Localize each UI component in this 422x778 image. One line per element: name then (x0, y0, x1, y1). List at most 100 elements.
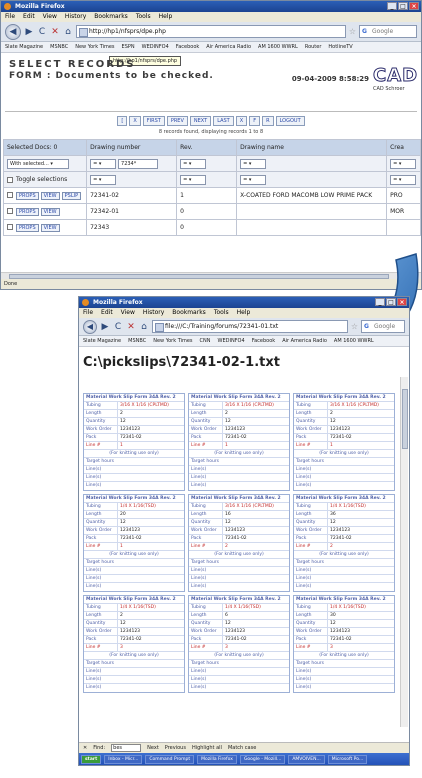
menu-file[interactable]: File (5, 12, 15, 22)
reload-icon[interactable]: C (37, 27, 47, 37)
rev-filter-select[interactable]: = ▾ (180, 174, 207, 185)
menu-bookmarks[interactable]: Bookmarks (172, 308, 206, 318)
menu-tools[interactable]: Tools (136, 12, 151, 22)
bookmark-item[interactable]: CNN (200, 336, 211, 346)
with-selected-dropdown[interactable]: With selected... ▾ (7, 158, 69, 169)
props-button[interactable]: PROPS (16, 223, 39, 232)
pager-last-button[interactable]: LAST (213, 116, 234, 126)
bookmark-item[interactable]: ESPN (122, 42, 135, 52)
home-icon[interactable]: ⌂ (139, 322, 149, 332)
bookmark-item[interactable]: AM 1600 WWRL (334, 336, 374, 346)
bookmark-item[interactable]: HotlineTV (328, 42, 352, 52)
pager-next-button[interactable]: NEXT (189, 116, 212, 126)
search-box[interactable]: Google (361, 320, 405, 333)
taskbar-item[interactable]: AMVOIVEN... (288, 754, 325, 764)
rev-operator-select[interactable]: = ▾ (180, 158, 207, 169)
menu-help[interactable]: Help (159, 12, 173, 22)
taskbar-item[interactable]: Google - Mozill... (239, 754, 286, 764)
bookmark-item[interactable]: Air America Radio (282, 336, 327, 346)
toggle-checkbox[interactable] (7, 176, 13, 183)
menu-history[interactable]: History (65, 12, 86, 22)
forward-icon[interactable]: ▶ (24, 27, 34, 37)
pager-r-button[interactable]: R (262, 116, 274, 126)
pager-x-button[interactable]: X (129, 116, 141, 126)
find-input[interactable]: bes (111, 744, 142, 752)
menu-edit[interactable]: Edit (23, 12, 35, 22)
view-button[interactable]: VIEW (40, 207, 60, 216)
row-checkbox[interactable] (7, 224, 13, 230)
back-icon[interactable]: ◀ (83, 319, 97, 334)
bookmark-item[interactable]: WEDINFO4 (142, 42, 169, 52)
number-operator-select[interactable]: = ▾ (90, 158, 117, 169)
bookmark-item[interactable]: New York Times (75, 42, 114, 52)
name-filter-select[interactable]: = ▾ (240, 174, 267, 185)
find-previous-button[interactable]: Previous (165, 743, 186, 753)
row-checkbox[interactable] (7, 208, 13, 214)
url-bar[interactable]: file:///C:/Training/forums/72341-01.txt (152, 320, 348, 333)
highlight-all-button[interactable]: Highlight all (192, 743, 222, 753)
created-filter-select[interactable]: = ▾ (390, 174, 417, 185)
pager-prev-button[interactable]: PREV (166, 116, 188, 126)
menu-tools[interactable]: Tools (214, 308, 229, 318)
vertical-scrollbar[interactable] (400, 377, 408, 727)
view-button[interactable]: VIEW (40, 223, 60, 232)
maximize-button[interactable]: □ (386, 298, 396, 306)
pslip-button[interactable]: PSLIP (61, 191, 82, 200)
minimize-button[interactable]: _ (387, 2, 397, 10)
reload-icon[interactable]: C (113, 322, 123, 332)
bookmark-item[interactable]: Air America Radio (206, 42, 251, 52)
bookmark-item[interactable]: Slate Magazine (5, 42, 43, 52)
bookmark-item[interactable]: New York Times (153, 336, 192, 346)
col-drawing-name[interactable]: Drawing name (236, 139, 388, 156)
close-button[interactable]: × (397, 298, 407, 306)
home-icon[interactable]: ⌂ (63, 27, 73, 37)
menu-file[interactable]: File (83, 308, 93, 318)
menu-view[interactable]: View (43, 12, 57, 22)
find-close-icon[interactable]: ✕ (83, 743, 87, 753)
menu-history[interactable]: History (143, 308, 164, 318)
url-bar[interactable]: http://hp1/nfsprs/dpe.php (76, 25, 346, 38)
bookmark-item[interactable]: MSNBC (50, 42, 68, 52)
created-operator-select[interactable]: = ▾ (390, 158, 417, 169)
number-filter-select[interactable]: = ▾ (90, 174, 117, 185)
stop-icon[interactable]: ✕ (50, 27, 60, 37)
bookmark-item[interactable]: AM 1600 WWRL (258, 42, 298, 52)
bookmark-item[interactable]: Facebook (176, 42, 200, 52)
props-button[interactable]: PROPS (16, 207, 39, 216)
col-rev[interactable]: Rev. (176, 139, 238, 156)
bookmark-item[interactable]: Router (305, 42, 322, 52)
forward-icon[interactable]: ▶ (100, 322, 110, 332)
view-button[interactable]: VIEW (40, 191, 60, 200)
name-operator-select[interactable]: = ▾ (240, 158, 267, 169)
pager-x2-button[interactable]: X (235, 116, 248, 126)
close-button[interactable]: × (409, 2, 419, 10)
match-case-checkbox[interactable]: Match case (228, 743, 256, 753)
menu-edit[interactable]: Edit (101, 308, 113, 318)
menu-bookmarks[interactable]: Bookmarks (94, 12, 128, 22)
row-checkbox[interactable] (7, 192, 13, 198)
minimize-button[interactable]: _ (375, 298, 385, 306)
number-filter-input[interactable]: 7234* (118, 158, 159, 169)
taskbar-item[interactable]: Command Prompt (145, 754, 195, 764)
bookmark-item[interactable]: Slate Magazine (83, 336, 121, 346)
col-drawing-number[interactable]: Drawing number (86, 139, 178, 156)
pager-f-button[interactable]: F (249, 116, 261, 126)
bookmark-item[interactable]: MSNBC (128, 336, 146, 346)
bookmark-item[interactable]: Facebook (252, 336, 276, 346)
scrollbar-thumb[interactable] (402, 389, 408, 449)
start-button[interactable]: start (81, 754, 102, 764)
pager-bracket-button[interactable]: [ (117, 116, 128, 126)
taskbar-item[interactable]: Microsoft Po... (327, 754, 368, 764)
menu-view[interactable]: View (121, 308, 135, 318)
search-box[interactable]: Google (359, 25, 417, 38)
col-created[interactable]: Crea (386, 139, 421, 156)
maximize-button[interactable]: □ (398, 2, 408, 10)
find-next-button[interactable]: Next (147, 743, 159, 753)
props-button[interactable]: PROPS (16, 191, 39, 200)
back-icon[interactable]: ◀ (5, 23, 21, 40)
bookmark-star-icon[interactable]: ☆ (349, 27, 356, 36)
pager-first-button[interactable]: FIRST (142, 116, 165, 126)
menu-help[interactable]: Help (237, 308, 251, 318)
taskbar-item[interactable]: Mozilla Firefox (197, 754, 237, 764)
bookmark-star-icon[interactable]: ☆ (351, 322, 358, 331)
